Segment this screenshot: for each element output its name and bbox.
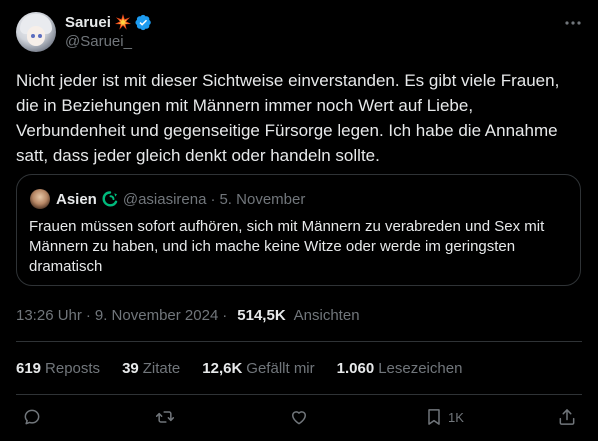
- bookmarks-label: Lesezeichen: [378, 359, 463, 377]
- bookmarks-stat[interactable]: 1.060 Lesezeichen: [337, 360, 463, 377]
- more-options-button[interactable]: [563, 13, 583, 33]
- author-name[interactable]: Saruei: [65, 14, 111, 31]
- separator-dot: ·: [222, 306, 228, 324]
- tweet-text-line: Verbundenheit und gegenseitige Fürsorge …: [16, 121, 558, 140]
- like-button[interactable]: [289, 405, 309, 429]
- quoted-tweet-header: Asien @asiasirena · 5. November: [56, 189, 305, 209]
- quotes-label: Zitate: [142, 359, 181, 377]
- reply-icon: [24, 409, 40, 425]
- author-name-row: Saruei: [65, 12, 152, 32]
- tweet-detail: Saruei @Saruei_ Nicht jeder ist mit dies…: [0, 0, 598, 441]
- quoted-text-line: dramatisch: [29, 258, 103, 275]
- tweet-time[interactable]: 13:26 Uhr: [16, 307, 82, 324]
- bookmark-button[interactable]: 1K: [424, 405, 464, 429]
- view-count-label: Ansichten: [293, 306, 360, 324]
- quotes-count: 39: [122, 359, 139, 377]
- likes-label: Gefällt mir: [246, 359, 315, 377]
- tweet-text-line: satt, dass jeder gleich denkt oder hande…: [16, 146, 380, 165]
- quoted-tweet-date: 5. November: [219, 190, 306, 208]
- author-avatar[interactable]: [16, 12, 56, 52]
- reply-button[interactable]: [22, 405, 42, 429]
- verified-badge-icon: [135, 14, 151, 30]
- heart-icon: [292, 411, 306, 425]
- quotes-stat[interactable]: 39 Zitate: [122, 360, 180, 377]
- repost-icon: [155, 411, 175, 423]
- tweet-date[interactable]: 9. November 2024: [95, 307, 218, 324]
- likes-count: 12,6K: [202, 359, 243, 377]
- tweet-meta: 13:26 Uhr · 9. November 2024 · 514,5K An…: [16, 305, 360, 325]
- share-icon: [559, 409, 575, 425]
- ouroboros-serpent-icon: [102, 191, 118, 207]
- reposts-count: 619: [16, 359, 42, 377]
- quoted-tweet-text: Frauen müssen sofort aufhören, sich mit …: [29, 217, 569, 277]
- share-button[interactable]: [557, 405, 577, 429]
- bookmark-icon: [428, 409, 440, 425]
- likes-stat[interactable]: 12,6K Gefällt mir: [202, 360, 314, 377]
- quoted-tweet-card[interactable]: Asien @asiasirena · 5. November Frauen m…: [16, 174, 581, 286]
- divider: [16, 341, 582, 342]
- separator-dot: ·: [210, 190, 216, 208]
- bookmark-count: 1K: [448, 409, 464, 425]
- quoted-text-line: Frauen müssen sofort aufhören, sich mit …: [29, 218, 545, 235]
- view-count: 514,5K: [237, 306, 286, 324]
- action-bar: 1K: [0, 400, 598, 434]
- bookmarks-count: 1.060: [336, 359, 375, 377]
- tweet-text-line: Nicht jeder ist mit dieser Sichtweise ei…: [16, 71, 560, 90]
- separator-dot: ·: [85, 306, 91, 324]
- quoted-author-handle: @asiasirena: [122, 190, 207, 208]
- tweet-text-line: die in Beziehungen mit Männern immer noc…: [16, 96, 474, 115]
- repost-button[interactable]: [155, 405, 175, 429]
- reposts-stat[interactable]: 619 Reposts: [16, 360, 100, 377]
- quoted-author-name: Asien: [56, 190, 97, 208]
- quoted-text-line: Männern zu haben, und ich mache keine Wi…: [29, 238, 516, 255]
- engagement-stats: 619 Reposts 39 Zitate 12,6K Gefällt mir …: [16, 358, 484, 378]
- divider: [16, 394, 582, 395]
- collision-spark-icon: [114, 14, 131, 30]
- quoted-author-avatar: [30, 189, 50, 209]
- reposts-label: Reposts: [45, 359, 101, 377]
- tweet-text: Nicht jeder ist mit dieser Sichtweise ei…: [16, 68, 582, 168]
- more-icon: [565, 21, 581, 25]
- author-handle[interactable]: @Saruei_: [65, 33, 132, 50]
